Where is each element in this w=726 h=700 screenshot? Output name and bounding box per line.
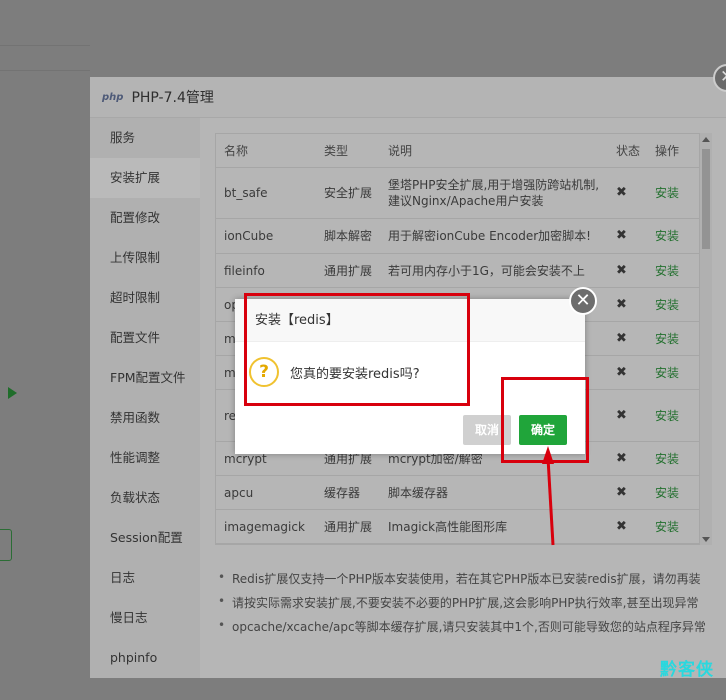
- cell-type: 脚本解密: [324, 229, 373, 243]
- background-play-icon: [8, 387, 17, 399]
- modal-title: PHP-7.4管理: [131, 90, 214, 106]
- sidebar-item[interactable]: 服务: [90, 118, 200, 158]
- scrollbar-thumb[interactable]: [702, 149, 710, 249]
- install-link[interactable]: 安装: [655, 254, 679, 287]
- install-link[interactable]: 安装: [655, 390, 679, 441]
- sidebar-item[interactable]: 负载状态: [90, 478, 200, 518]
- cell-desc: 若可用内存小于1G，可能会安装不上: [388, 263, 585, 278]
- modal-title-bar: php PHP-7.4管理: [90, 77, 726, 118]
- table-row: apcu 缓存器 脚本缓存器 ✖ 安装: [216, 476, 699, 510]
- sidebar-item[interactable]: 超时限制: [90, 278, 200, 318]
- table-row: bt_safe 安全扩展 堡塔PHP安全扩展,用于增强防跨站机制,建议Nginx/A…: [216, 168, 699, 219]
- sidebar-item[interactable]: 安装扩展: [90, 158, 200, 198]
- table-row: ionCube 脚本解密 用于解密ionCube Encoder加密脚本! ✖ 安装: [216, 219, 699, 254]
- install-link[interactable]: 安装: [655, 219, 679, 253]
- cell-name: m: [224, 331, 236, 346]
- cell-name: bt_safe: [224, 186, 268, 200]
- scroll-up-icon[interactable]: [702, 137, 710, 142]
- install-link[interactable]: 安装: [655, 356, 679, 389]
- sidebar-item[interactable]: 配置文件: [90, 318, 200, 358]
- install-link[interactable]: 安装: [655, 288, 679, 321]
- cell-desc: 用于解密ionCube Encoder加密脚本!: [388, 229, 591, 243]
- sidebar-item[interactable]: 配置修改: [90, 198, 200, 238]
- status-x-icon: ✖: [616, 228, 627, 243]
- sidebar-item[interactable]: Session配置: [90, 518, 200, 558]
- scroll-down-icon[interactable]: [702, 537, 710, 542]
- cell-type: 缓存器: [324, 485, 361, 500]
- cell-desc: 脚本缓存器: [388, 485, 449, 500]
- sidebar: 服务 安装扩展 配置修改 上传限制 超时限制 配置文件 FPM配置文件 禁用函数 性能调整 负载状…: [90, 118, 200, 678]
- watermark: 黔客侠: [660, 660, 714, 680]
- header-name: 名称: [224, 143, 249, 158]
- install-link[interactable]: 安装: [655, 168, 679, 218]
- header-type: 类型: [324, 143, 349, 158]
- table-header: 名称 类型 说明 状态 操作: [216, 134, 699, 168]
- sidebar-item[interactable]: 禁用函数: [90, 398, 200, 438]
- status-x-icon: ✖: [616, 407, 627, 423]
- sidebar-item[interactable]: phpinfo: [90, 638, 200, 678]
- status-x-icon: ✖: [616, 185, 627, 200]
- status-x-icon: ✖: [616, 330, 627, 346]
- cell-type: 通用扩展: [324, 263, 373, 278]
- dialog-close-icon[interactable]: ✕: [569, 287, 597, 315]
- note-item: Redis扩展仅支持一个PHP版本安装使用，若在其它PHP版本已安装redis扩…: [218, 570, 701, 587]
- cell-type: 通用扩展: [324, 519, 373, 534]
- cell-desc: 堡塔PHP安全扩展,用于增强防跨站机制,建议Nginx/Apache用户安装: [388, 178, 600, 208]
- php-logo: php: [102, 91, 124, 103]
- sidebar-item[interactable]: 日志: [90, 558, 200, 598]
- install-link[interactable]: 安装: [655, 442, 679, 475]
- annotation-arrow: [542, 446, 555, 546]
- status-x-icon: ✖: [616, 364, 627, 380]
- header-desc: 说明: [388, 143, 413, 158]
- note-item: 请按实际需求安装扩展,不要安装不必要的PHP扩展,这会影响PHP执行效率,甚至出…: [218, 594, 698, 611]
- install-link[interactable]: 安装: [655, 510, 679, 543]
- sidebar-item[interactable]: 上传限制: [90, 238, 200, 278]
- status-x-icon: ✖: [616, 450, 627, 466]
- cell-name: ionCube: [224, 229, 274, 243]
- cell-type: 安全扩展: [324, 186, 373, 200]
- status-x-icon: ✖: [616, 296, 627, 312]
- sidebar-item[interactable]: 性能调整: [90, 438, 200, 478]
- sidebar-item[interactable]: 慢日志: [90, 598, 200, 638]
- table-scrollbar[interactable]: [700, 133, 712, 545]
- header-status: 状态: [616, 143, 641, 158]
- background-button: [0, 529, 12, 561]
- install-link[interactable]: 安装: [655, 476, 679, 509]
- table-row: fileinfo 通用扩展 若可用内存小于1G，可能会安装不上 ✖ 安装: [216, 254, 699, 288]
- annotation-box-dialog: [244, 293, 470, 406]
- status-x-icon: ✖: [616, 262, 627, 278]
- cell-name: imagemagick: [224, 519, 305, 534]
- table-row: imagemagick 通用扩展 Imagick高性能图形库 ✖ 安装: [216, 510, 699, 544]
- header-action: 操作: [655, 143, 680, 158]
- sidebar-item[interactable]: FPM配置文件: [90, 358, 200, 398]
- note-item: opcache/xcache/apc等脚本缓存扩展,请只安装其中1个,否则可能导…: [218, 618, 706, 635]
- cell-name: fileinfo: [224, 263, 265, 278]
- status-x-icon: ✖: [616, 484, 627, 500]
- install-link[interactable]: 安装: [655, 322, 679, 355]
- cell-name: m: [224, 365, 236, 380]
- cell-name: apcu: [224, 485, 254, 500]
- cell-desc: Imagick高性能图形库: [388, 519, 508, 534]
- status-x-icon: ✖: [616, 518, 627, 534]
